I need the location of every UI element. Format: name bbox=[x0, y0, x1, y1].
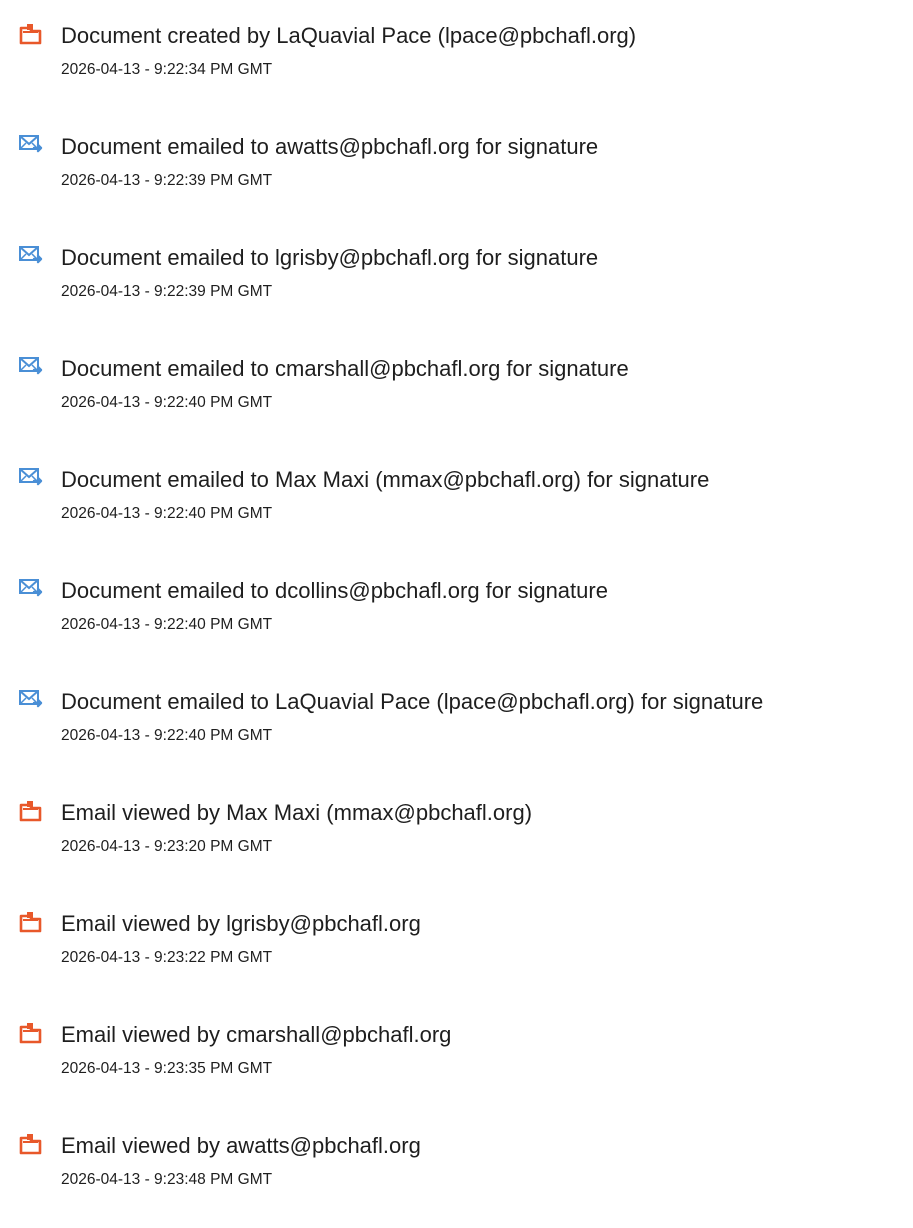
document-icon bbox=[18, 910, 44, 934]
document-icon bbox=[18, 799, 44, 823]
event-timestamp: 2026-04-13 - 9:22:40 PM GMT bbox=[61, 394, 273, 411]
event-title: Email viewed by awatts@pbchafl.org bbox=[61, 1133, 421, 1158]
event-timestamp: 2026-04-13 - 9:22:40 PM GMT bbox=[61, 505, 273, 522]
event-timestamp: 2026-04-13 - 9:23:22 PM GMT bbox=[61, 949, 273, 966]
email-sent-icon bbox=[18, 577, 44, 601]
document-icon bbox=[18, 1132, 44, 1156]
event-title: Email viewed by lgrisby@pbchafl.org bbox=[61, 911, 421, 936]
email-sent-icon bbox=[18, 355, 44, 379]
audit-event: Document emailed to lgrisby@pbchafl.org … bbox=[0, 244, 913, 324]
event-timestamp: 2026-04-13 - 9:22:40 PM GMT bbox=[61, 727, 273, 744]
event-title: Document emailed to cmarshall@pbchafl.or… bbox=[61, 356, 629, 381]
email-sent-icon bbox=[18, 244, 44, 268]
event-timestamp: 2026-04-13 - 9:22:40 PM GMT bbox=[61, 616, 273, 633]
email-sent-icon bbox=[18, 466, 44, 490]
audit-event: Document created by LaQuavial Pace (lpac… bbox=[0, 22, 913, 102]
email-sent-icon bbox=[18, 688, 44, 712]
audit-event: Document emailed to awatts@pbchafl.org f… bbox=[0, 133, 913, 213]
document-icon bbox=[18, 1021, 44, 1045]
event-timestamp: 2026-04-13 - 9:23:20 PM GMT bbox=[61, 838, 273, 855]
event-timestamp: 2026-04-13 - 9:23:35 PM GMT bbox=[61, 1060, 273, 1077]
event-title: Email viewed by cmarshall@pbchafl.org bbox=[61, 1022, 452, 1047]
event-title: Document emailed to dcollins@pbchafl.org… bbox=[61, 578, 608, 603]
event-title: Document created by LaQuavial Pace (lpac… bbox=[61, 23, 637, 48]
audit-event: Document emailed to Max Maxi (mmax@pbcha… bbox=[0, 466, 913, 546]
event-title: Document emailed to awatts@pbchafl.org f… bbox=[61, 134, 599, 159]
audit-event: Email viewed by lgrisby@pbchafl.org 2026… bbox=[0, 910, 913, 990]
audit-event: Document emailed to LaQuavial Pace (lpac… bbox=[0, 688, 913, 768]
event-title: Email viewed by Max Maxi (mmax@pbchafl.o… bbox=[61, 800, 533, 825]
event-timestamp: 2026-04-13 - 9:22:34 PM GMT bbox=[61, 61, 273, 78]
document-icon bbox=[18, 22, 44, 46]
email-sent-icon bbox=[18, 133, 44, 157]
audit-event: Email viewed by awatts@pbchafl.org 2026-… bbox=[0, 1132, 913, 1212]
audit-event: Email viewed by cmarshall@pbchafl.org 20… bbox=[0, 1021, 913, 1101]
event-title: Document emailed to lgrisby@pbchafl.org … bbox=[61, 245, 599, 270]
audit-event: Document emailed to cmarshall@pbchafl.or… bbox=[0, 355, 913, 435]
event-title: Document emailed to LaQuavial Pace (lpac… bbox=[61, 689, 764, 714]
event-timestamp: 2026-04-13 - 9:22:39 PM GMT bbox=[61, 172, 273, 189]
event-title: Document emailed to Max Maxi (mmax@pbcha… bbox=[61, 467, 710, 492]
audit-event: Email viewed by Max Maxi (mmax@pbchafl.o… bbox=[0, 799, 913, 879]
event-timestamp: 2026-04-13 - 9:23:48 PM GMT bbox=[61, 1171, 273, 1188]
event-timestamp: 2026-04-13 - 9:22:39 PM GMT bbox=[61, 283, 273, 300]
audit-event: Document emailed to dcollins@pbchafl.org… bbox=[0, 577, 913, 657]
